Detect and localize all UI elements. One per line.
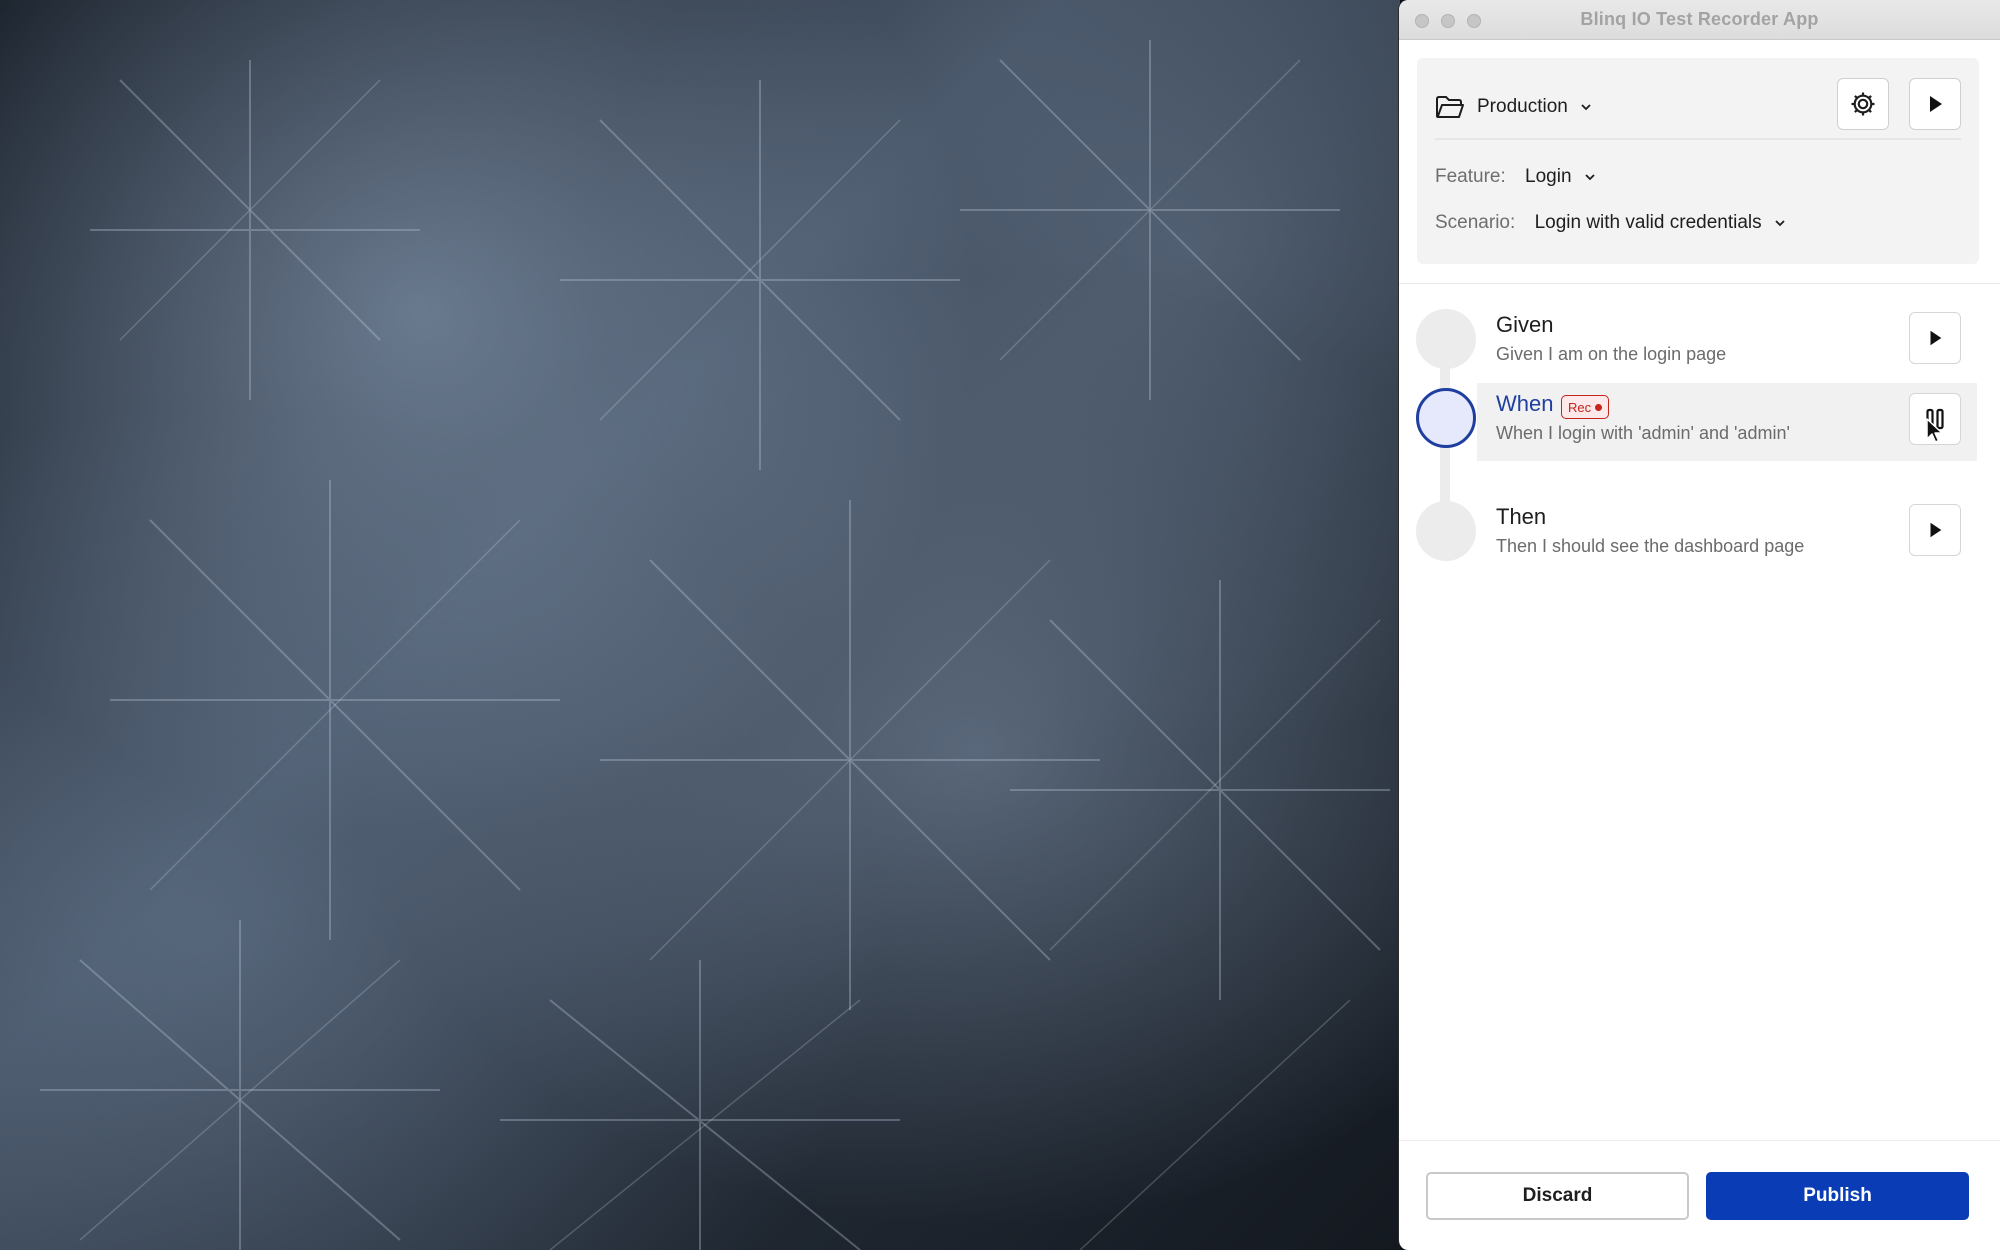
run-step-button[interactable] (1909, 312, 1961, 364)
settings-button[interactable] (1837, 78, 1889, 130)
scenario-label: Scenario: (1435, 212, 1516, 233)
feature-label: Feature: (1435, 166, 1506, 187)
step-when[interactable]: When Rec When I login with 'admin' and '… (1399, 381, 2000, 459)
discard-button[interactable]: Discard (1426, 1172, 1689, 1220)
feature-value: Login (1525, 166, 1572, 187)
step-description: Given I am on the login page (1496, 344, 1727, 364)
step-given[interactable]: Given Given I am on the login page (1399, 302, 2000, 380)
play-icon (1930, 96, 1942, 112)
play-icon (1930, 522, 1942, 538)
frost-pattern (40, 40, 1390, 1250)
step-indicator-active (1416, 388, 1476, 448)
window-title: Blinq IO Test Recorder App (1580, 9, 1819, 29)
minimize-window-button[interactable] (1441, 14, 1455, 28)
scenario-value: Login with valid credentials (1534, 212, 1762, 233)
publish-button[interactable]: Publish (1706, 1172, 1969, 1220)
scenario-dropdown[interactable]: Login with valid credentials (1535, 212, 1787, 233)
scenario-header-card: Production Feature: Login Scenario: Logi… (1417, 58, 1979, 264)
zoom-window-button[interactable] (1467, 14, 1481, 28)
step-title: Given (1496, 312, 1554, 337)
step-title: Then (1496, 504, 1547, 529)
chevron-down-icon (1585, 174, 1595, 181)
play-icon (1930, 330, 1942, 346)
run-scenario-button[interactable] (1909, 78, 1961, 130)
gear-icon (1851, 92, 1875, 116)
mouse-cursor-icon (1926, 418, 1943, 443)
close-window-button[interactable] (1415, 14, 1429, 28)
section-divider (1399, 283, 2000, 284)
environment-dropdown[interactable]: Production (1477, 96, 1593, 118)
app-window: Blinq IO Test Recorder App Production Fe… (1398, 0, 2000, 1250)
chevron-down-icon (1775, 220, 1785, 227)
step-indicator (1416, 501, 1476, 561)
recording-label: Rec (1568, 399, 1592, 415)
run-step-button[interactable] (1909, 504, 1961, 556)
scenario-row: Scenario: Login with valid credentials (1435, 212, 1787, 234)
window-controls (1415, 14, 1481, 28)
step-description: When I login with 'admin' and 'admin' (1496, 423, 1790, 443)
title-bar: Blinq IO Test Recorder App (1399, 0, 2000, 40)
chevron-down-icon (1581, 104, 1591, 111)
environment-value: Production (1477, 96, 1568, 117)
footer-divider (1399, 1140, 2000, 1141)
step-indicator (1416, 309, 1476, 369)
folder-icon (1436, 96, 1464, 118)
step-then[interactable]: Then Then I should see the dashboard pag… (1399, 494, 2000, 572)
step-title: When (1496, 391, 1554, 416)
recording-badge: Rec (1561, 395, 1610, 419)
step-description: Then I should see the dashboard page (1496, 536, 1805, 556)
feature-row: Feature: Login (1435, 166, 1597, 188)
desktop-wallpaper (0, 0, 1400, 1250)
feature-dropdown[interactable]: Login (1525, 166, 1597, 187)
recording-dot-icon (1595, 403, 1603, 411)
